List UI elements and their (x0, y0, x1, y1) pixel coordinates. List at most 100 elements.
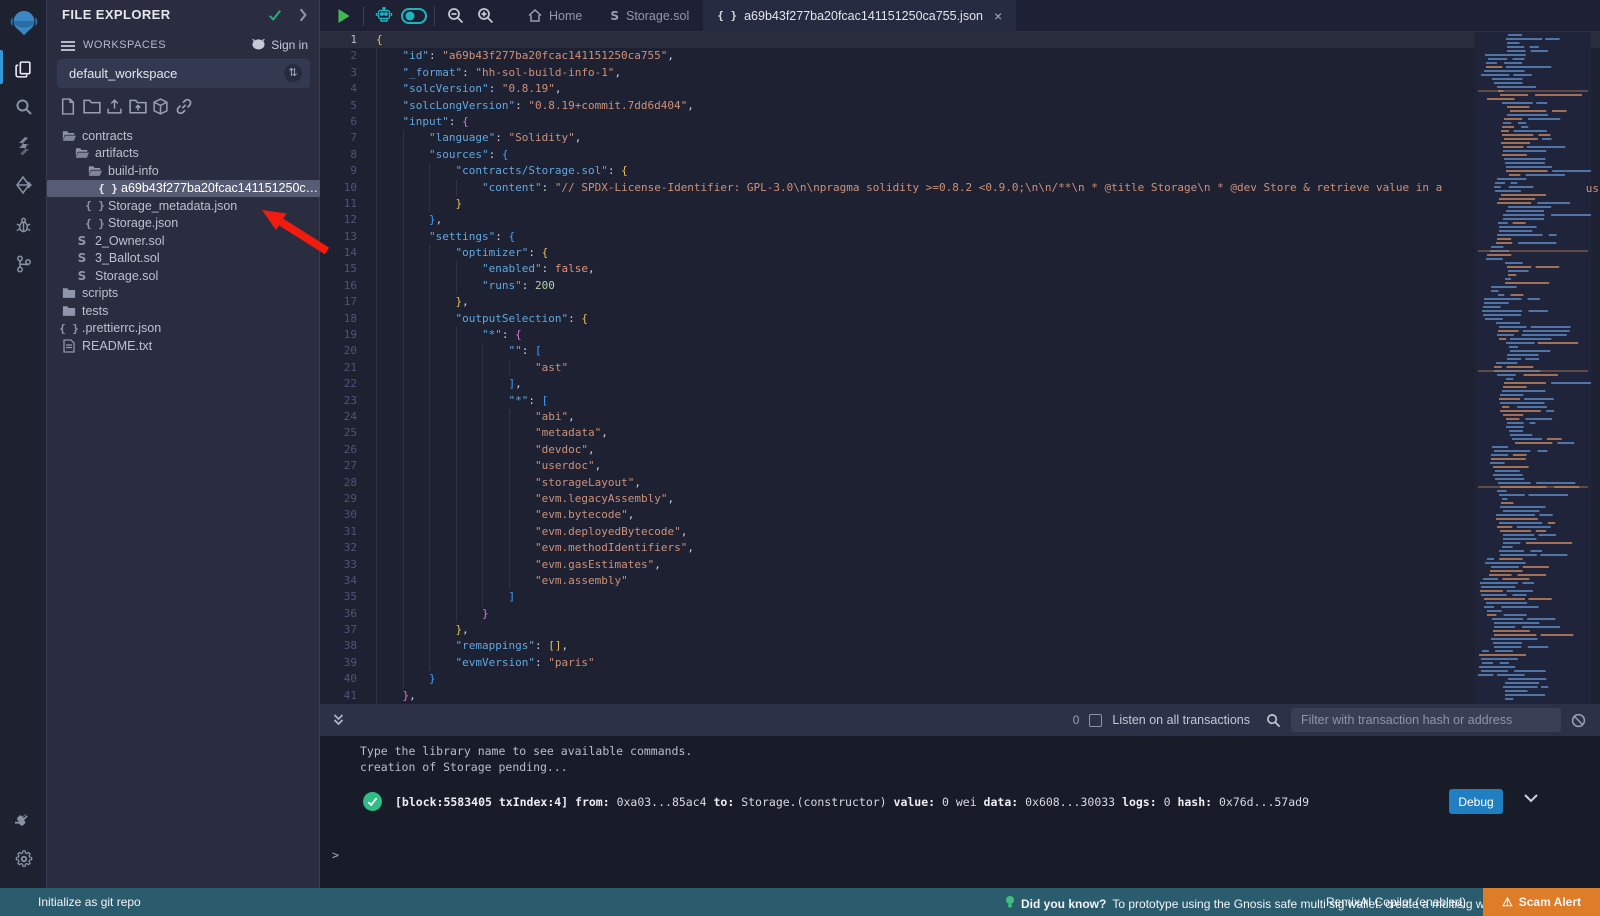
expand-terminal-icon[interactable] (332, 713, 345, 727)
tree-item--prettierrc-json[interactable]: { }.prettierrc.json (47, 320, 320, 338)
code-line-4: 4 "solcVersion": "0.8.19", (320, 81, 1600, 97)
terminal-prompt[interactable]: > (332, 848, 339, 862)
tree-item-label: 3_Ballot.sol (95, 251, 160, 265)
import-box-icon[interactable] (152, 98, 169, 120)
deploy-run-icon[interactable] (0, 168, 47, 202)
main-area: Home SStorage.sol{ }a69b43f277ba20fcac141… (320, 0, 1600, 888)
code-editor[interactable]: 1{2 "id": "a69b43f277ba20fcac141151250ca… (320, 32, 1600, 704)
remix-ide-window: FILE EXPLORER WORKSPACES Sign in default… (0, 0, 1600, 916)
code-line-12: 12 }, (320, 212, 1600, 228)
tree-item-3-ballot-sol[interactable]: S 3_Ballot.sol (47, 250, 320, 268)
code-line-13: 13 "settings": { (320, 229, 1600, 245)
code-line-2: 2 "id": "a69b43f277ba20fcac141151250ca75… (320, 48, 1600, 64)
workspace-name: default_workspace (69, 66, 177, 81)
line-number: 25 (320, 425, 376, 441)
settings-icon[interactable] (0, 842, 47, 876)
upload-folder-icon[interactable] (129, 98, 147, 119)
tree-item-artifacts[interactable]: artifacts (47, 145, 320, 163)
tree-item-tests[interactable]: tests (47, 302, 320, 320)
line-number: 40 (320, 671, 376, 687)
close-icon[interactable]: × (994, 8, 1002, 24)
line-number: 16 (320, 278, 376, 294)
tree-item-contracts[interactable]: contracts (47, 127, 320, 145)
code-line-25: 25 "metadata", (320, 425, 1600, 441)
tree-item-a69b43f277ba20fcac141151250ca7-[interactable]: { }a69b43f277ba20fcac141151250ca7... (47, 180, 320, 198)
play-button[interactable] (328, 0, 358, 32)
code-line-40: 40 } (320, 671, 1600, 687)
plugin-manager-icon[interactable] (0, 804, 47, 838)
file-explorer-toolbar (47, 98, 320, 122)
line-number: 21 (320, 360, 376, 376)
json-icon: { } (61, 322, 77, 335)
line-number: 19 (320, 327, 376, 343)
line-number: 28 (320, 475, 376, 491)
tree-item-label: 2_Owner.sol (95, 234, 164, 248)
editor-topbar: Home SStorage.sol{ }a69b43f277ba20fcac141… (320, 0, 1600, 32)
search-icon[interactable] (1266, 713, 1281, 728)
line-number: 15 (320, 261, 376, 277)
line-number: 41 (320, 688, 376, 704)
code-line-17: 17 }, (320, 294, 1600, 310)
create-folder-icon[interactable] (83, 98, 101, 119)
tab-home[interactable]: Home (514, 0, 596, 32)
git-icon[interactable] (0, 247, 47, 281)
tree-item-2-owner-sol[interactable]: S2_Owner.sol (47, 232, 320, 250)
solidity-icon: S (74, 251, 90, 265)
create-file-icon[interactable] (60, 98, 76, 120)
zoom-in-button[interactable] (470, 0, 500, 32)
code-line-34: 34 "evm.assembly" (320, 573, 1600, 589)
init-git-repo[interactable]: Initialize as git repo (38, 895, 141, 909)
tree-item-storage-sol[interactable]: S Storage.sol (47, 267, 320, 285)
json-icon: { } (100, 182, 116, 195)
tab-label: Home (549, 9, 582, 23)
line-number: 23 (320, 393, 376, 409)
tree-item-storage-json[interactable]: { }Storage.json (47, 215, 320, 233)
tree-item-storage-metadata-json[interactable]: { }Storage_metadata.json (47, 197, 320, 215)
robot-button[interactable] (369, 0, 399, 32)
tree-item-build-info[interactable]: build-info (47, 162, 320, 180)
line-number: 20 (320, 343, 376, 359)
expand-transaction-icon[interactable] (1523, 792, 1539, 807)
tab-storage-sol[interactable]: SStorage.sol (596, 0, 703, 32)
workspaces-label: WORKSPACES (83, 39, 166, 51)
line-number: 9 (320, 163, 376, 179)
line-number: 6 (320, 114, 376, 130)
file-explorer-icon[interactable] (0, 52, 47, 86)
tree-item-readme-txt[interactable]: README.txt (47, 337, 320, 355)
workspace-select[interactable]: default_workspace ⇅ (57, 59, 310, 88)
tab-a69b43f277ba20fcac141151250ca755-json[interactable]: { }a69b43f277ba20fcac141151250ca755.json… (703, 0, 1016, 32)
code-line-19: 19 "*": { (320, 327, 1600, 343)
link-icon[interactable] (175, 98, 193, 120)
scam-alert-button[interactable]: ⚠ Scam Alert (1483, 888, 1600, 916)
lightbulb-icon (1005, 895, 1015, 912)
filter-input[interactable] (1291, 708, 1561, 732)
transaction-row: [block:5583405 txIndex:4] from: 0xa03...… (320, 788, 1600, 816)
tree-item-scripts[interactable]: scripts (47, 285, 320, 303)
line-number: 34 (320, 573, 376, 589)
line-number: 14 (320, 245, 376, 261)
solidity-compiler-icon[interactable] (0, 129, 47, 163)
chevron-right-icon[interactable] (297, 8, 309, 27)
tree-item-label: Storage.sol (95, 269, 158, 283)
code-line-37: 37 }, (320, 622, 1600, 638)
toggle-button[interactable] (399, 0, 429, 32)
tree-item-label: build-info (108, 164, 159, 178)
listen-checkbox[interactable] (1089, 714, 1102, 727)
search-icon[interactable] (0, 90, 47, 124)
terminal[interactable]: Type the library name to see available c… (320, 736, 1600, 888)
line-number: 11 (320, 196, 376, 212)
debugger-icon[interactable] (0, 208, 47, 242)
clear-terminal-icon[interactable] (1571, 713, 1586, 728)
sign-in-button[interactable]: Sign in (251, 37, 308, 53)
minimap[interactable] (1475, 32, 1591, 704)
zoom-out-button[interactable] (440, 0, 470, 32)
solidity-icon: S (74, 269, 90, 283)
line-number: 38 (320, 638, 376, 654)
hamburger-icon[interactable] (61, 39, 75, 57)
debug-button[interactable]: Debug (1449, 789, 1503, 814)
upload-file-icon[interactable] (106, 98, 123, 120)
transaction-count-badge: 0 (1073, 713, 1080, 727)
remix-logo-icon[interactable] (0, 6, 47, 40)
transaction-summary[interactable]: [block:5583405 txIndex:4] from: 0xa03...… (395, 795, 1309, 809)
line-number: 3 (320, 65, 376, 81)
